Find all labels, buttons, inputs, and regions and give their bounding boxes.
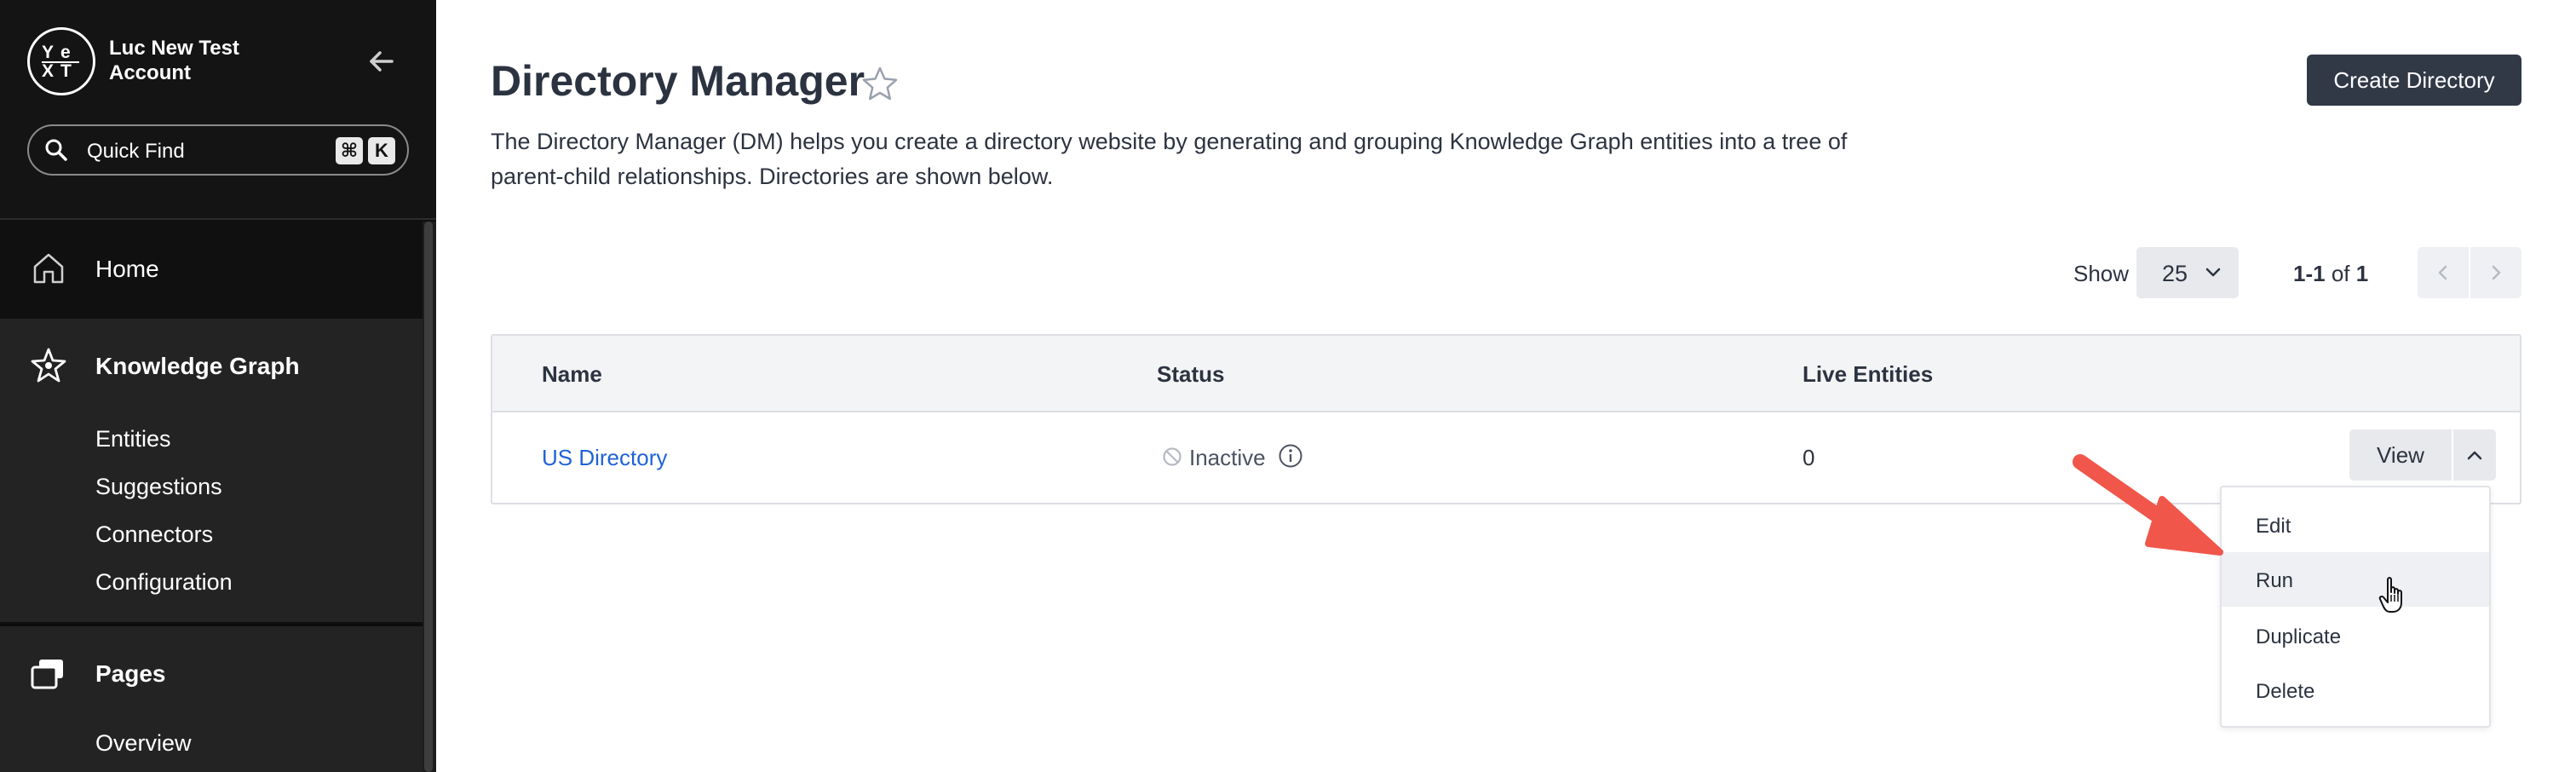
sidebar-item-overview[interactable]: Overview [95,730,192,757]
menu-item-delete-label: Delete [2256,680,2315,703]
sidebar-item-configuration[interactable]: Configuration [95,569,233,596]
home-icon [31,251,66,286]
favorite-star-icon[interactable] [860,65,900,104]
page-title: Directory Manager [491,57,865,105]
page-description: The Directory Manager (DM) helps you cre… [491,129,1848,189]
collapse-sidebar-icon[interactable] [365,44,399,78]
sidebar-item-home[interactable]: Home [0,222,423,317]
sidebar-item-connectors[interactable]: Connectors [95,521,213,548]
account-name: Luc New Test Account [109,37,239,84]
quick-find-input[interactable]: Quick Find ⌘ K [27,124,409,176]
menu-item-duplicate[interactable]: Duplicate [2222,608,2489,663]
chevron-right-icon [2492,265,2501,280]
row-actions-toggle-button[interactable] [2453,429,2496,481]
sidebar-item-pages[interactable]: Pages [95,660,166,688]
pagination-range-value: 1-1 [2293,261,2326,286]
sidebar-section-pages: Pages Overview [0,624,423,772]
sidebar: Y e X T Luc New Test Account Quick Find [0,0,436,772]
search-icon [44,138,68,162]
chevron-down-icon [2205,266,2222,279]
status-text: Inactive [1189,445,1266,470]
menu-item-edit-label: Edit [2256,515,2291,538]
menu-item-run-label: Run [2256,569,2294,592]
svg-text:T: T [60,61,72,81]
previous-page-button[interactable] [2418,247,2469,298]
live-entities-count: 0 [1803,445,1815,470]
column-header-live-entities[interactable]: Live Entities [1803,361,1933,388]
yext-logo[interactable]: Y e X T [27,27,95,95]
sidebar-item-knowledge-graph[interactable]: Knowledge Graph [95,353,300,380]
column-header-status[interactable]: Status [1157,361,1224,388]
pagination-total: 1 [2355,261,2369,286]
inactive-icon [1162,446,1182,467]
menu-item-run[interactable]: Run [2222,552,2489,607]
sidebar-item-entities[interactable]: Entities [95,426,171,452]
yext-logo-icon: Y e X T [42,43,79,81]
sidebar-item-home-label: Home [95,256,159,282]
page-size-label: Show [2073,261,2130,286]
menu-item-delete[interactable]: Delete [2222,663,2489,717]
column-header-name[interactable]: Name [542,361,602,388]
sidebar-section-knowledge-graph: Knowledge Graph Entities Suggestions Con… [0,319,423,622]
sidebar-header: Y e X T Luc New Test Account Quick Find [0,0,436,220]
sidebar-scrollbar-thumb[interactable] [424,222,433,772]
table-header: Name Status Live Entities [492,336,2520,412]
page-size-select[interactable]: 25 [2136,247,2239,298]
chevron-up-icon [2467,451,2482,460]
directory-name-link[interactable]: US Directory [542,445,667,471]
knowledge-graph-icon [29,346,68,385]
next-page-button[interactable] [2470,247,2521,298]
sidebar-item-suggestions[interactable]: Suggestions [95,474,222,500]
page-size-value: 25 [2162,261,2188,286]
svg-text:Y: Y [42,43,54,62]
menu-item-duplicate-label: Duplicate [2256,625,2342,648]
chevron-left-icon [2438,265,2447,280]
shortcut-command-key: ⌘ [336,137,363,164]
pages-icon [29,657,66,691]
svg-text:X: X [42,61,54,81]
view-button[interactable]: View [2349,429,2452,481]
annotation-arrow-icon [2061,443,2232,562]
hand-cursor-icon [2378,576,2407,615]
create-directory-button[interactable]: Create Directory [2307,55,2521,106]
menu-item-edit[interactable]: Edit [2222,498,2489,552]
quick-find-label: Quick Find [87,140,185,163]
pagination-range: 1-1 of 1 [2293,261,2368,287]
svg-text:e: e [60,43,71,62]
row-actions-menu: Edit Run Duplicate Delete [2220,486,2491,728]
sidebar-scrollbar[interactable] [423,222,436,772]
pagination-of-label: of [2331,261,2350,286]
shortcut-k-key: K [368,137,395,164]
info-icon[interactable] [1278,443,1303,469]
